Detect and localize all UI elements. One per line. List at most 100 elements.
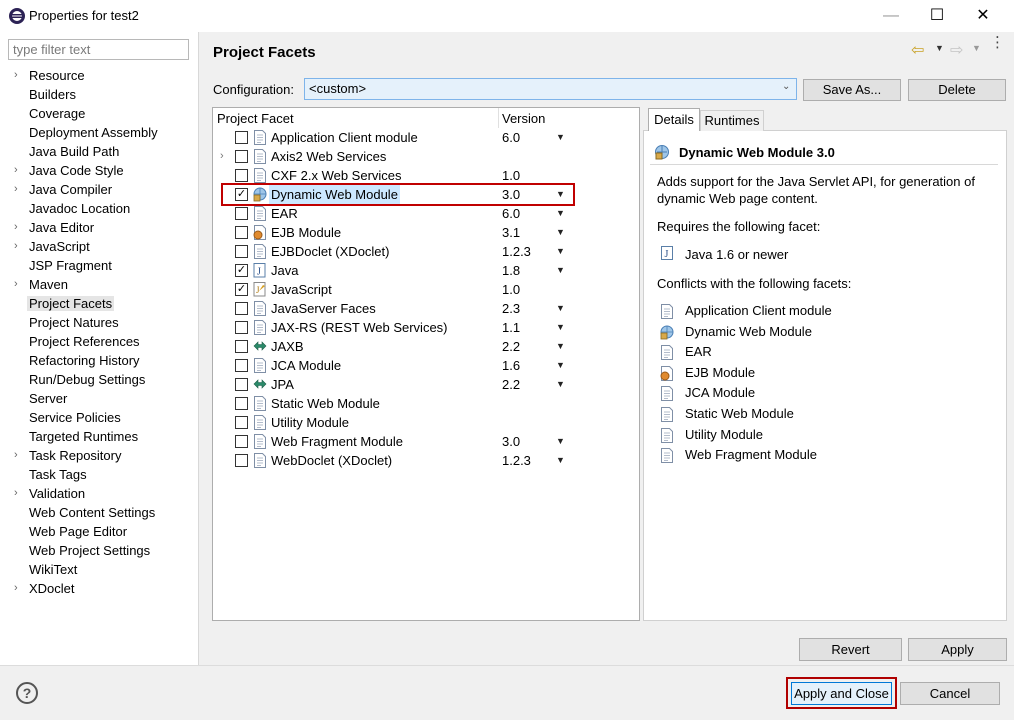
facet-version[interactable]: 3.1: [502, 223, 520, 242]
facet-checkbox[interactable]: [235, 245, 248, 258]
facet-version[interactable]: 1.1: [502, 318, 520, 337]
column-header-version[interactable]: Version: [502, 111, 545, 126]
facet-checkbox[interactable]: [235, 169, 248, 182]
tab-details[interactable]: Details: [648, 108, 700, 131]
column-divider[interactable]: [498, 108, 499, 128]
sidebar-item[interactable]: Javadoc Location: [0, 199, 198, 218]
version-dropdown-icon[interactable]: ▼: [556, 299, 565, 318]
facet-row[interactable]: EJB Module 3.1 ▼: [213, 223, 639, 242]
minimize-button[interactable]: —: [868, 0, 914, 32]
sidebar-item[interactable]: Project References: [0, 332, 198, 351]
sidebar-item[interactable]: › JavaScript: [0, 237, 198, 256]
chevron-right-icon[interactable]: ›: [220, 147, 224, 166]
version-dropdown-icon[interactable]: ▼: [556, 337, 565, 356]
facet-checkbox[interactable]: [235, 397, 248, 410]
facet-version[interactable]: 2.3: [502, 299, 520, 318]
help-icon[interactable]: ?: [16, 682, 38, 704]
sidebar-item[interactable]: JSP Fragment: [0, 256, 198, 275]
chevron-right-icon[interactable]: ›: [14, 579, 24, 598]
sidebar-item[interactable]: Task Tags: [0, 465, 198, 484]
facet-checkbox[interactable]: [235, 416, 248, 429]
version-dropdown-icon[interactable]: ▼: [556, 375, 565, 394]
sidebar-item[interactable]: Web Project Settings: [0, 541, 198, 560]
sidebar-item[interactable]: › Java Editor: [0, 218, 198, 237]
facet-row[interactable]: Utility Module: [213, 413, 639, 432]
close-button[interactable]: ✕: [960, 0, 1006, 32]
chevron-right-icon[interactable]: ›: [14, 180, 24, 199]
back-dropdown-icon[interactable]: ▼: [935, 43, 944, 53]
sidebar-item[interactable]: Project Facets: [0, 294, 198, 313]
facet-checkbox[interactable]: [235, 207, 248, 220]
sidebar-item[interactable]: Targeted Runtimes: [0, 427, 198, 446]
back-arrow-icon[interactable]: ⇦: [911, 40, 924, 60]
sidebar-item[interactable]: Deployment Assembly: [0, 123, 198, 142]
facet-version[interactable]: 1.8: [502, 261, 520, 280]
version-dropdown-icon[interactable]: ▼: [556, 432, 565, 451]
version-dropdown-icon[interactable]: ▼: [556, 451, 565, 470]
facet-checkbox[interactable]: [235, 131, 248, 144]
facet-row[interactable]: WebDoclet (XDoclet) 1.2.3 ▼: [213, 451, 639, 470]
facet-row[interactable]: Web Fragment Module 3.0 ▼: [213, 432, 639, 451]
chevron-right-icon[interactable]: ›: [14, 237, 24, 256]
revert-button[interactable]: Revert: [799, 638, 902, 661]
chevron-right-icon[interactable]: ›: [14, 218, 24, 237]
facet-row[interactable]: ✓ J JavaScript 1.0: [213, 280, 639, 299]
sidebar-item[interactable]: Server: [0, 389, 198, 408]
sidebar-item[interactable]: Builders: [0, 85, 198, 104]
facet-version[interactable]: 6.0: [502, 128, 520, 147]
forward-dropdown-icon[interactable]: ▼: [972, 43, 981, 53]
version-dropdown-icon[interactable]: ▼: [556, 204, 565, 223]
facet-row[interactable]: › Axis2 Web Services: [213, 147, 639, 166]
facet-checkbox[interactable]: [235, 340, 248, 353]
facet-checkbox[interactable]: [235, 302, 248, 315]
facet-row[interactable]: JCA Module 1.6 ▼: [213, 356, 639, 375]
sidebar-item[interactable]: Web Page Editor: [0, 522, 198, 541]
sidebar-item[interactable]: › Java Code Style: [0, 161, 198, 180]
facet-checkbox[interactable]: [235, 321, 248, 334]
facet-version[interactable]: 2.2: [502, 337, 520, 356]
chevron-right-icon[interactable]: ›: [14, 161, 24, 180]
version-dropdown-icon[interactable]: ▼: [556, 128, 565, 147]
sidebar-item[interactable]: Java Build Path: [0, 142, 198, 161]
sidebar-item[interactable]: Project Natures: [0, 313, 198, 332]
facet-checkbox[interactable]: [235, 359, 248, 372]
cancel-button[interactable]: Cancel: [900, 682, 1000, 705]
version-dropdown-icon[interactable]: ▼: [556, 318, 565, 337]
chevron-right-icon[interactable]: ›: [14, 484, 24, 503]
chevron-right-icon[interactable]: ›: [14, 446, 24, 465]
save-as-button[interactable]: Save As...: [803, 79, 901, 101]
version-dropdown-icon[interactable]: ▼: [556, 223, 565, 242]
version-dropdown-icon[interactable]: ▼: [556, 356, 565, 375]
sidebar-item[interactable]: › Task Repository: [0, 446, 198, 465]
facet-row[interactable]: Application Client module 6.0 ▼: [213, 128, 639, 147]
sidebar-item[interactable]: Coverage: [0, 104, 198, 123]
facet-version[interactable]: 1.2.3: [502, 451, 531, 470]
chevron-right-icon[interactable]: ›: [14, 275, 24, 294]
sidebar-item[interactable]: › Java Compiler: [0, 180, 198, 199]
sidebar-item[interactable]: › Validation: [0, 484, 198, 503]
sidebar-item[interactable]: › Maven: [0, 275, 198, 294]
facet-version[interactable]: 1.6: [502, 356, 520, 375]
facet-version[interactable]: 1.2.3: [502, 242, 531, 261]
facet-checkbox[interactable]: [235, 150, 248, 163]
facet-row[interactable]: EAR 6.0 ▼: [213, 204, 639, 223]
facet-checkbox[interactable]: [235, 435, 248, 448]
delete-button[interactable]: Delete: [908, 79, 1006, 101]
sidebar-item[interactable]: Refactoring History: [0, 351, 198, 370]
tab-runtimes[interactable]: Runtimes: [700, 110, 764, 131]
maximize-button[interactable]: ☐: [914, 0, 960, 32]
sidebar-item[interactable]: Service Policies: [0, 408, 198, 427]
sidebar-item[interactable]: › XDoclet: [0, 579, 198, 598]
facet-checkbox[interactable]: [235, 454, 248, 467]
sidebar-item[interactable]: WikiText: [0, 560, 198, 579]
sidebar-item[interactable]: Web Content Settings: [0, 503, 198, 522]
facet-checkbox[interactable]: [235, 378, 248, 391]
facet-checkbox[interactable]: ✓: [235, 264, 248, 277]
facet-version[interactable]: 3.0: [502, 432, 520, 451]
filter-input[interactable]: [8, 39, 189, 60]
chevron-right-icon[interactable]: ›: [14, 66, 24, 85]
view-menu-icon[interactable]: ⋮: [990, 35, 1005, 50]
version-dropdown-icon[interactable]: ▼: [556, 261, 565, 280]
facet-row[interactable]: JPA 2.2 ▼: [213, 375, 639, 394]
facet-version[interactable]: 2.2: [502, 375, 520, 394]
